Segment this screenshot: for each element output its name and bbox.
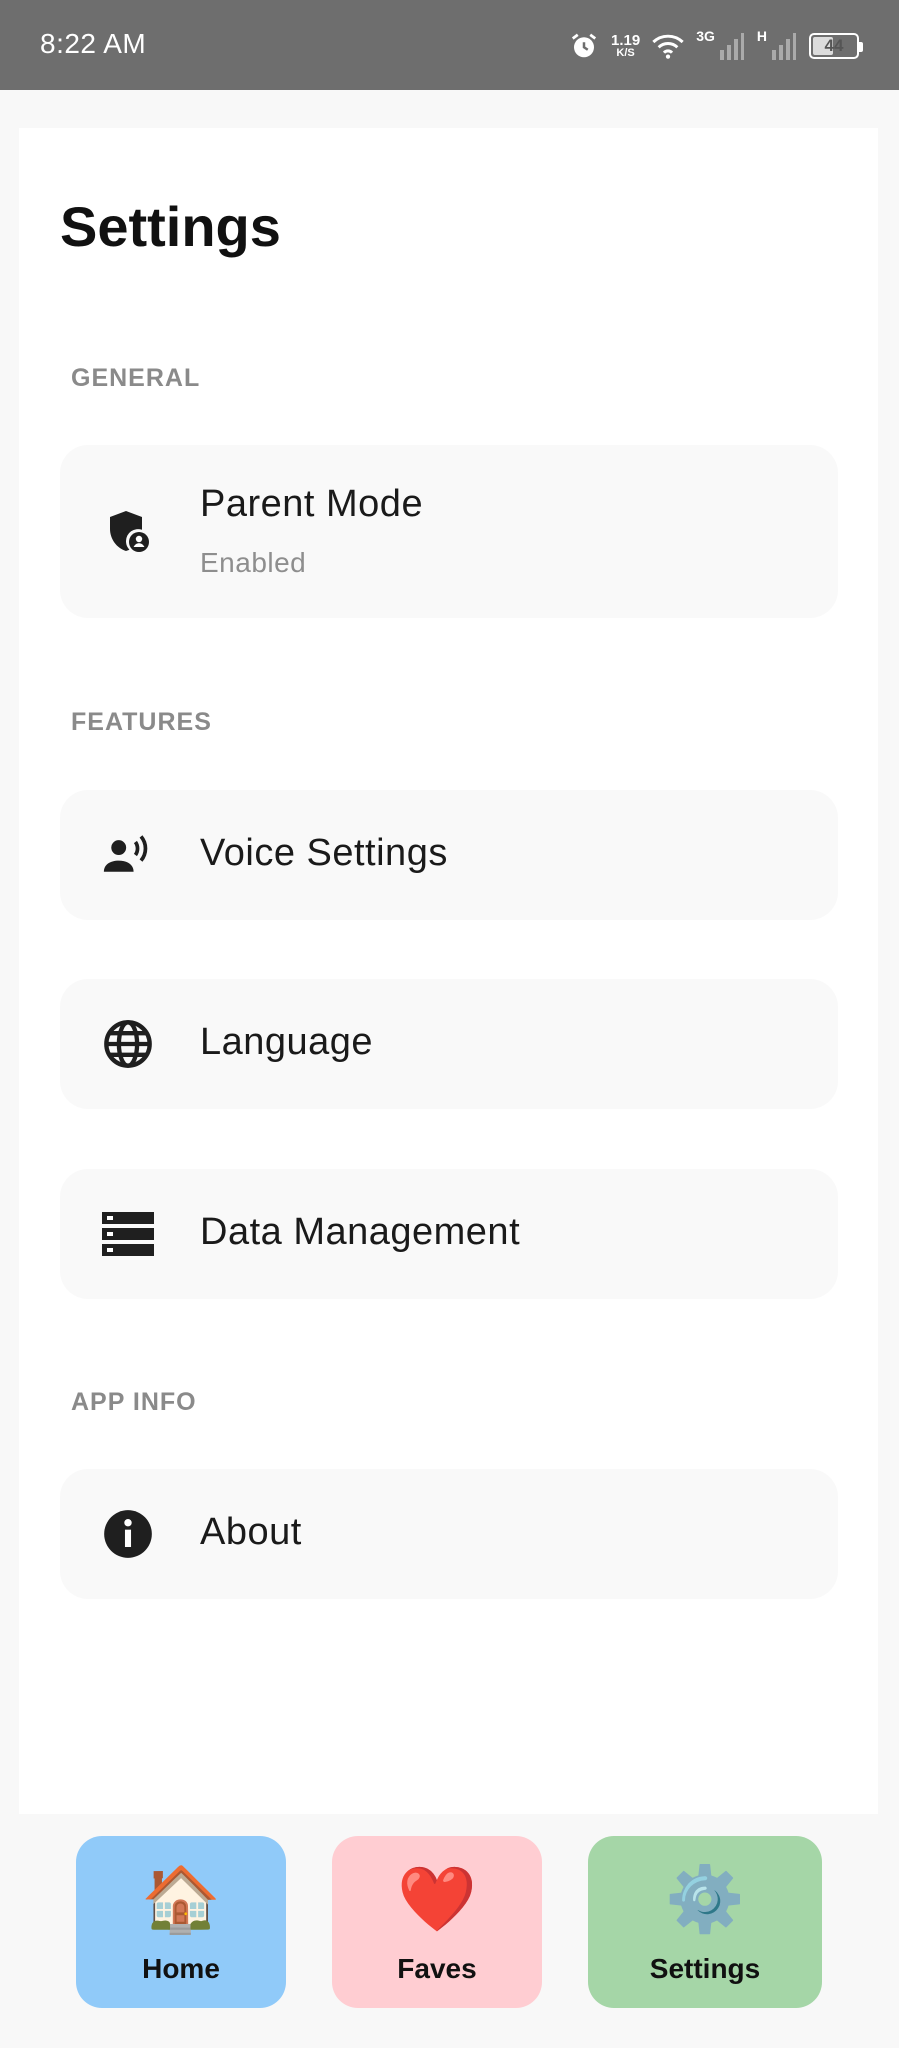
battery-icon: 44 — [809, 33, 863, 59]
bottom-nav: 🏠 Home ❤️ Faves ⚙️ Settings — [0, 1814, 899, 2048]
voice-settings-label: Voice Settings — [200, 832, 448, 874]
section-header-general: GENERAL — [71, 364, 201, 392]
nav-faves-button[interactable]: ❤️ Faves — [332, 1836, 542, 2008]
signal-2-label: H — [756, 28, 767, 44]
signal-bars-icon — [771, 32, 797, 60]
page-title: Settings — [60, 195, 281, 258]
battery-level: 44 — [824, 36, 844, 55]
voice-person-icon — [102, 829, 154, 881]
language-label: Language — [200, 1021, 374, 1063]
signal-bars-icon — [719, 32, 745, 60]
nav-settings-label: Settings — [649, 1953, 761, 1984]
nav-home-label: Home — [142, 1953, 220, 1984]
nav-settings-button[interactable]: ⚙️ Settings — [588, 1836, 822, 2008]
network-speed-unit: K/S — [616, 47, 635, 59]
parent-mode-label: Parent Mode — [200, 483, 424, 525]
parent-mode-item[interactable]: Parent Mode Enabled — [60, 445, 838, 618]
shield-person-icon — [102, 505, 154, 557]
signal-1-label: 3G — [696, 28, 715, 44]
globe-icon — [102, 1018, 154, 1070]
about-label: About — [200, 1511, 302, 1553]
section-header-features: FEATURES — [71, 708, 212, 736]
section-header-app-info: APP INFO — [71, 1388, 197, 1416]
parent-mode-status: Enabled — [200, 547, 307, 578]
language-item[interactable]: Language — [60, 979, 838, 1109]
status-icons: 1.19 K/S 3G H 44 — [569, 24, 863, 68]
data-management-item[interactable]: Data Management — [60, 1169, 838, 1299]
about-item[interactable]: About — [60, 1469, 838, 1599]
settings-panel: Settings GENERAL Parent Mode Enabled FEA… — [19, 128, 878, 1814]
network-speed-value: 1.19 — [610, 32, 641, 49]
wifi-icon — [652, 32, 684, 60]
nav-home-button[interactable]: 🏠 Home — [76, 1836, 286, 2008]
info-icon — [102, 1508, 154, 1560]
status-time: 8:22 AM — [40, 28, 147, 59]
gear-icon: ⚙️ — [665, 1863, 745, 1935]
status-bar: 8:22 AM 1.19 K/S 3G H 44 — [0, 0, 899, 90]
voice-settings-item[interactable]: Voice Settings — [60, 790, 838, 920]
nav-faves-label: Faves — [397, 1953, 477, 1984]
heart-icon: ❤️ — [397, 1863, 477, 1935]
storage-icon — [102, 1208, 154, 1260]
home-icon: 🏠 — [141, 1863, 221, 1935]
alarm-icon — [569, 31, 599, 61]
network-speed: 1.19 K/S — [611, 33, 640, 59]
data-management-label: Data Management — [200, 1211, 521, 1253]
